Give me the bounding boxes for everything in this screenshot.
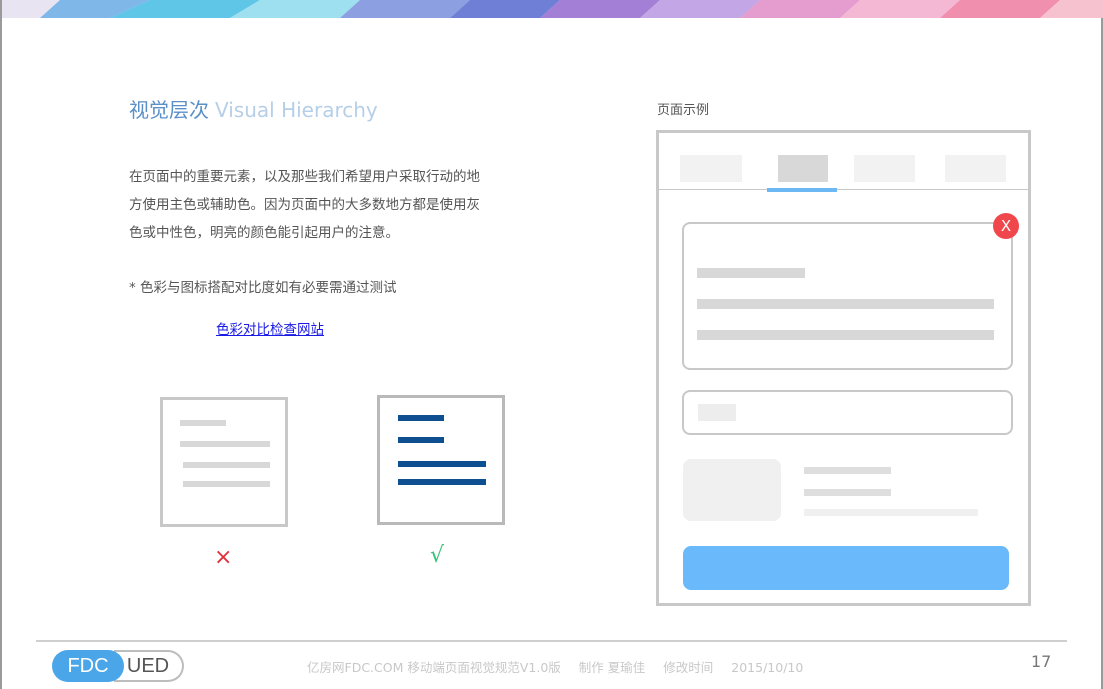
example-line: [398, 479, 486, 485]
card-line: [697, 299, 994, 309]
page-title: 视觉层次 Visual Hierarchy: [129, 94, 378, 123]
input-field[interactable]: [682, 390, 1013, 435]
tab-indicator: [767, 188, 837, 192]
banner-graphic: [0, 0, 1103, 18]
example-line: [398, 437, 444, 443]
footer-info: 亿房网FDC.COM 移动端页面视觉规范V1.0版 制作 夏瑜佳 修改时间 2015/…: [307, 657, 821, 676]
contrast-note: * 色彩与图标搭配对比度如有必要需通过测试: [129, 280, 397, 296]
page-example-mockup: X: [656, 130, 1031, 606]
logo-fdc: FDC: [52, 650, 124, 682]
fdc-ued-logo: UED FDC: [52, 650, 184, 682]
check-icon: √: [430, 543, 445, 568]
close-icon[interactable]: X: [993, 213, 1019, 239]
tab-1[interactable]: [680, 155, 742, 182]
example-line: [398, 415, 444, 421]
thumbnail-text-line: [804, 489, 891, 496]
low-contrast-example: [160, 397, 288, 527]
frame-left-border: [0, 0, 2, 689]
body-line-2: 方使用主色或辅助色。因为页面中的大多数地方都是使用灰: [129, 197, 480, 213]
thumbnail-placeholder: [683, 459, 781, 521]
input-placeholder: [698, 404, 736, 421]
tab-3[interactable]: [854, 155, 915, 182]
example-line: [183, 462, 270, 468]
footer-date: 2015/10/10: [731, 660, 804, 675]
cross-icon: ×: [214, 545, 233, 570]
tab-bar: [659, 133, 1028, 192]
top-banner: [0, 0, 1103, 18]
title-english: Visual Hierarchy: [215, 98, 378, 122]
card-line: [697, 268, 805, 278]
body-paragraph: 在页面中的重要元素，以及那些我们希望用户采取行动的地 方使用主色或辅助色。因为页…: [129, 163, 539, 247]
body-line-1: 在页面中的重要元素，以及那些我们希望用户采取行动的地: [129, 169, 480, 185]
example-line: [183, 481, 270, 487]
logo-ued: UED: [114, 650, 184, 682]
title-chinese: 视觉层次: [129, 98, 209, 122]
example-line: [398, 461, 486, 467]
primary-button[interactable]: [683, 546, 1009, 590]
footer-modified-label: 修改时间: [663, 660, 714, 675]
footer-divider: [36, 640, 1067, 642]
tab-4[interactable]: [945, 155, 1006, 182]
footer-site: 亿房网FDC.COM 移动端页面视觉规范V1.0版: [307, 660, 561, 675]
thumbnail-text-line: [804, 467, 891, 474]
body-line-3: 色或中性色，明亮的颜色能引起用户的注意。: [129, 225, 399, 241]
example-label: 页面示例: [657, 103, 710, 118]
content-card: [682, 222, 1013, 370]
footer-author: 制作 夏瑜佳: [578, 660, 646, 675]
page-number: 17: [1031, 652, 1052, 671]
example-line: [180, 420, 226, 426]
example-line: [180, 441, 270, 447]
high-contrast-example: [377, 395, 505, 525]
card-line: [697, 330, 994, 340]
thumbnail-text-line: [804, 509, 978, 516]
contrast-checker-link[interactable]: 色彩对比检查网站: [216, 318, 324, 338]
tab-2-active[interactable]: [778, 155, 828, 182]
